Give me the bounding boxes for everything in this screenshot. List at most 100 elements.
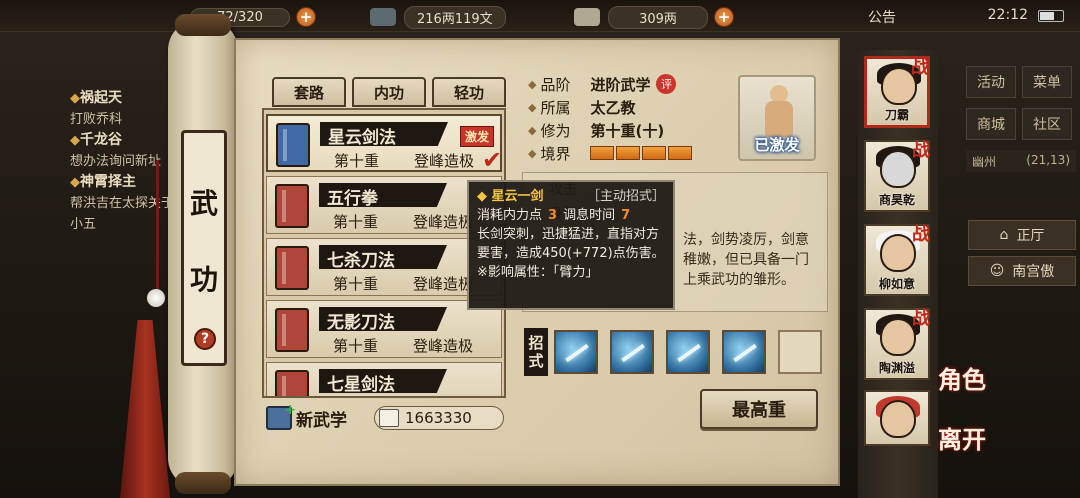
silver-icon	[574, 8, 600, 26]
max-tier-button[interactable]: 最高重	[700, 389, 818, 429]
quest-desc: 想办法询问新址	[70, 154, 162, 169]
new-skill-button[interactable]: + 新武学	[266, 402, 347, 432]
cooldown-value: 7	[621, 208, 631, 223]
skill-portrait: 已激发	[738, 75, 816, 161]
skill-name: 五行拳	[327, 189, 378, 209]
location-display: 幽州 (21,13)	[966, 150, 1076, 172]
quest-desc: 打败乔科	[70, 112, 123, 127]
character-card[interactable]: 战 刀霸	[864, 56, 930, 128]
character-card[interactable]: 战 陶渊溢	[864, 308, 930, 380]
skill-tier: 第十重	[333, 275, 379, 293]
realm-segment	[668, 146, 693, 160]
skill-item[interactable]: 七星剑法	[266, 362, 502, 396]
scroll-cap-top	[175, 14, 231, 36]
battle-icon: 战	[912, 308, 930, 329]
quest-item[interactable]: ◆祸起天	[70, 88, 180, 109]
moves-label-bottom: 式	[528, 352, 544, 370]
sect-row: ◆ 所属 太乙教	[528, 96, 635, 118]
resource-silver: 309两 +	[574, 5, 734, 29]
skill-name: 七杀刀法	[327, 251, 395, 271]
evaluate-button[interactable]: 评	[656, 74, 677, 94]
character-card[interactable]	[864, 390, 930, 446]
description-line: 稚嫩，但已具备一门	[683, 252, 809, 268]
quest-item[interactable]: ◆神霄择主	[70, 172, 180, 193]
hall-label: 正厅	[1016, 228, 1045, 244]
moves-label: 招 式	[524, 328, 548, 376]
tooltip-desc-line: 要害，造成450(+772)点伤害。	[477, 246, 665, 261]
sect-key: 所属	[540, 98, 571, 117]
tab-inner-skill[interactable]: 内功	[352, 77, 426, 107]
skill-points-display: 1663330	[374, 406, 504, 430]
quest-desc: 帮洪吉在太探关于小五	[70, 196, 175, 232]
skill-name: 无影刀法	[327, 313, 395, 333]
cultivation-row: ◆ 修为 第十重(十)	[528, 119, 664, 141]
new-skill-label: 新武学	[296, 410, 347, 431]
diamond-icon: ◆	[528, 77, 537, 91]
move-slot-lightning-icon[interactable]	[722, 330, 766, 374]
add-storage-button[interactable]: +	[296, 7, 316, 27]
realm-key: 境界	[540, 144, 571, 163]
activated-badge: 激发	[460, 126, 495, 147]
checkmark-icon: ✔	[482, 146, 503, 174]
skill-tier: 第十重	[333, 213, 379, 231]
person-button[interactable]: ☺ 南宫傲	[968, 256, 1076, 286]
coin-icon	[370, 8, 396, 26]
battle-icon: 战	[912, 140, 930, 161]
tab-light-skill[interactable]: 轻功	[432, 77, 506, 107]
rank-value: 进阶武学	[590, 75, 651, 94]
skill-tier: 第十重	[334, 152, 380, 170]
cultivation-value: 第十重(十)	[590, 121, 665, 140]
tooltip-move-type: ［主动招式］	[586, 189, 665, 204]
move-slot-sword-icon[interactable]	[554, 330, 598, 374]
top-status-bar: 72/320 + 216两119文 309两 + 公告 22:12	[0, 0, 1080, 32]
move-slot-sword-icon[interactable]	[610, 330, 654, 374]
skill-tier: 第十重	[333, 337, 379, 355]
character-avatar	[880, 400, 916, 438]
tassel-cord	[156, 160, 159, 290]
role-button[interactable]: 角色	[938, 360, 986, 395]
realm-segment	[590, 146, 615, 160]
tooltip-attribute-line: ※影响属性：「臂力」	[477, 265, 599, 280]
menu-main-button[interactable]: 菜单	[1022, 66, 1072, 98]
skill-book-icon	[275, 308, 309, 352]
move-slot-sword-icon[interactable]	[666, 330, 710, 374]
skill-book-icon	[276, 123, 310, 167]
diamond-icon: ◆	[528, 100, 537, 114]
person-label: 南宫傲	[1012, 264, 1055, 280]
tooltip-cost-row: 消耗内力点 3 调息时间 7	[477, 206, 665, 225]
menu-community-button[interactable]: 社区	[1022, 108, 1072, 140]
skill-level: 登峰造极	[413, 337, 474, 355]
scroll-cap-bottom	[175, 472, 231, 494]
notice-button[interactable]: 公告	[868, 7, 896, 27]
menu-shop-button[interactable]: 商城	[966, 108, 1016, 140]
menu-activity-button[interactable]: 活动	[966, 66, 1016, 98]
cost-label: 消耗内力点	[477, 208, 543, 223]
realm-segment	[616, 146, 641, 160]
quest-item[interactable]: ◆千龙谷	[70, 130, 180, 151]
battle-icon: 战	[911, 57, 929, 78]
money-value: 216两119文	[404, 5, 506, 29]
realm-segment	[642, 146, 667, 160]
skill-name: 星云剑法	[328, 128, 396, 148]
home-icon: ⌂	[999, 227, 1009, 243]
move-slot-empty[interactable]	[778, 330, 822, 374]
skill-item[interactable]: 星云剑法 激发 第十重 登峰造极 ✔	[266, 114, 503, 174]
sect-value: 太乙教	[590, 98, 636, 117]
hall-button[interactable]: ⌂ 正厅	[968, 220, 1076, 250]
skill-book-icon	[275, 184, 309, 228]
leave-button[interactable]: 离开	[938, 420, 986, 455]
tab-routine[interactable]: 套路	[272, 77, 346, 107]
skill-book-icon	[275, 370, 309, 396]
character-card[interactable]: 战 柳如意	[864, 224, 930, 296]
add-silver-button[interactable]: +	[714, 7, 734, 27]
moves-label-top: 招	[528, 334, 544, 352]
help-icon[interactable]: ?	[194, 328, 216, 350]
panel-title-bottom: 功	[189, 263, 218, 296]
character-name: 陶渊溢	[878, 361, 915, 375]
tooltip-move-name: ◆ 星云一剑	[477, 189, 544, 204]
location-name: 幽州	[972, 155, 997, 169]
character-card[interactable]: 战 商昊乾	[864, 140, 930, 212]
book-icon	[379, 409, 399, 427]
realm-progress-bar	[590, 146, 693, 160]
rank-key: 品阶	[540, 75, 571, 94]
